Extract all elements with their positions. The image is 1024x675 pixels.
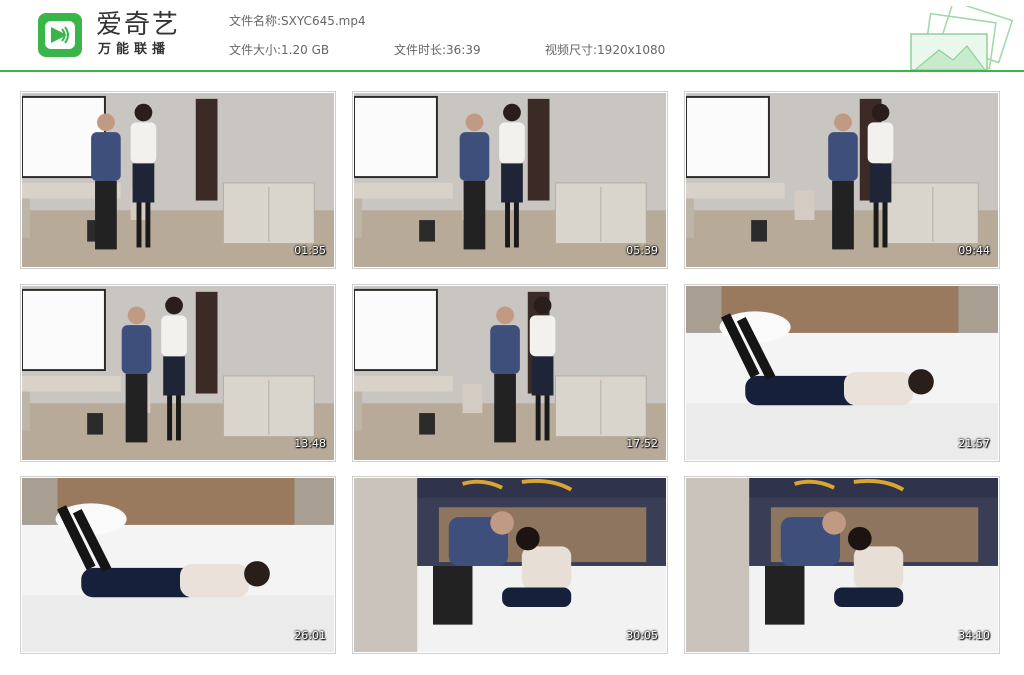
file-duration-value: 36:39 (446, 43, 481, 57)
iqiyi-logo-icon (38, 13, 82, 57)
thumbnail-frame-image: 01:35 (22, 93, 334, 267)
thumbnail-timestamp: 34:10 (958, 629, 990, 642)
video-thumbnail[interactable]: 13:48 (20, 284, 336, 462)
file-name-value: SXYC645.mp4 (281, 14, 366, 28)
thumbnail-frame-image: 13:48 (22, 286, 334, 460)
video-resolution-label: 视频尺寸: (545, 43, 598, 57)
video-thumbnail[interactable]: 34:10 (684, 476, 1000, 654)
brand-tagline: 万能联播 (98, 42, 171, 57)
video-resolution-value: 1920x1080 (597, 43, 666, 57)
header-divider (0, 70, 1024, 72)
video-thumbnail[interactable]: 21:57 (684, 284, 1000, 462)
thumbnail-frame-image: 17:52 (354, 286, 666, 460)
thumbnail-frame-image: 05:39 (354, 93, 666, 267)
video-thumbnail[interactable]: 01:35 (20, 91, 336, 269)
thumbnail-timestamp: 09:44 (958, 244, 990, 257)
thumbnail-timestamp: 21:57 (958, 437, 990, 450)
thumbnail-timestamp: 17:52 (626, 437, 658, 450)
thumbnail-frame-image: 26:01 (22, 478, 334, 652)
file-size-info: 文件大小:1.20 GB (229, 42, 329, 58)
video-resolution-info: 视频尺寸:1920x1080 (545, 42, 665, 58)
brand-name: 爱奇艺 (96, 10, 181, 40)
header: 爱奇艺 万能联播 文件名称:SXYC645.mp4 文件大小:1.20 GB 文… (0, 0, 1024, 71)
thumbnail-timestamp: 05:39 (626, 244, 658, 257)
video-thumbnail[interactable]: 30:05 (352, 476, 668, 654)
thumbnail-frame-image: 34:10 (686, 478, 998, 652)
thumbnail-timestamp: 13:48 (294, 437, 326, 450)
thumbnail-frame-image: 09:44 (686, 93, 998, 267)
video-thumbnail[interactable]: 26:01 (20, 476, 336, 654)
file-duration-info: 文件时长:36:39 (394, 42, 481, 58)
thumbnail-frame-image: 21:57 (686, 286, 998, 460)
video-thumbnail[interactable]: 17:52 (352, 284, 668, 462)
photo-stack-decoration-icon (905, 0, 1015, 71)
thumbnail-timestamp: 01:35 (294, 244, 326, 257)
file-duration-label: 文件时长: (394, 43, 447, 57)
file-size-value: 1.20 GB (281, 43, 330, 57)
video-thumbnail[interactable]: 09:44 (684, 91, 1000, 269)
thumbnail-timestamp: 30:05 (626, 629, 658, 642)
file-size-label: 文件大小: (229, 43, 282, 57)
file-name-label: 文件名称: (229, 14, 282, 28)
thumbnail-grid: 01:35 05:39 09:44 13:48 17:52 21:57 26:01 30:05… (20, 91, 1004, 655)
video-thumbnail[interactable]: 05:39 (352, 91, 668, 269)
file-name-info: 文件名称:SXYC645.mp4 (229, 13, 366, 29)
thumbnail-frame-image: 30:05 (354, 478, 666, 652)
thumbnail-timestamp: 26:01 (294, 629, 326, 642)
